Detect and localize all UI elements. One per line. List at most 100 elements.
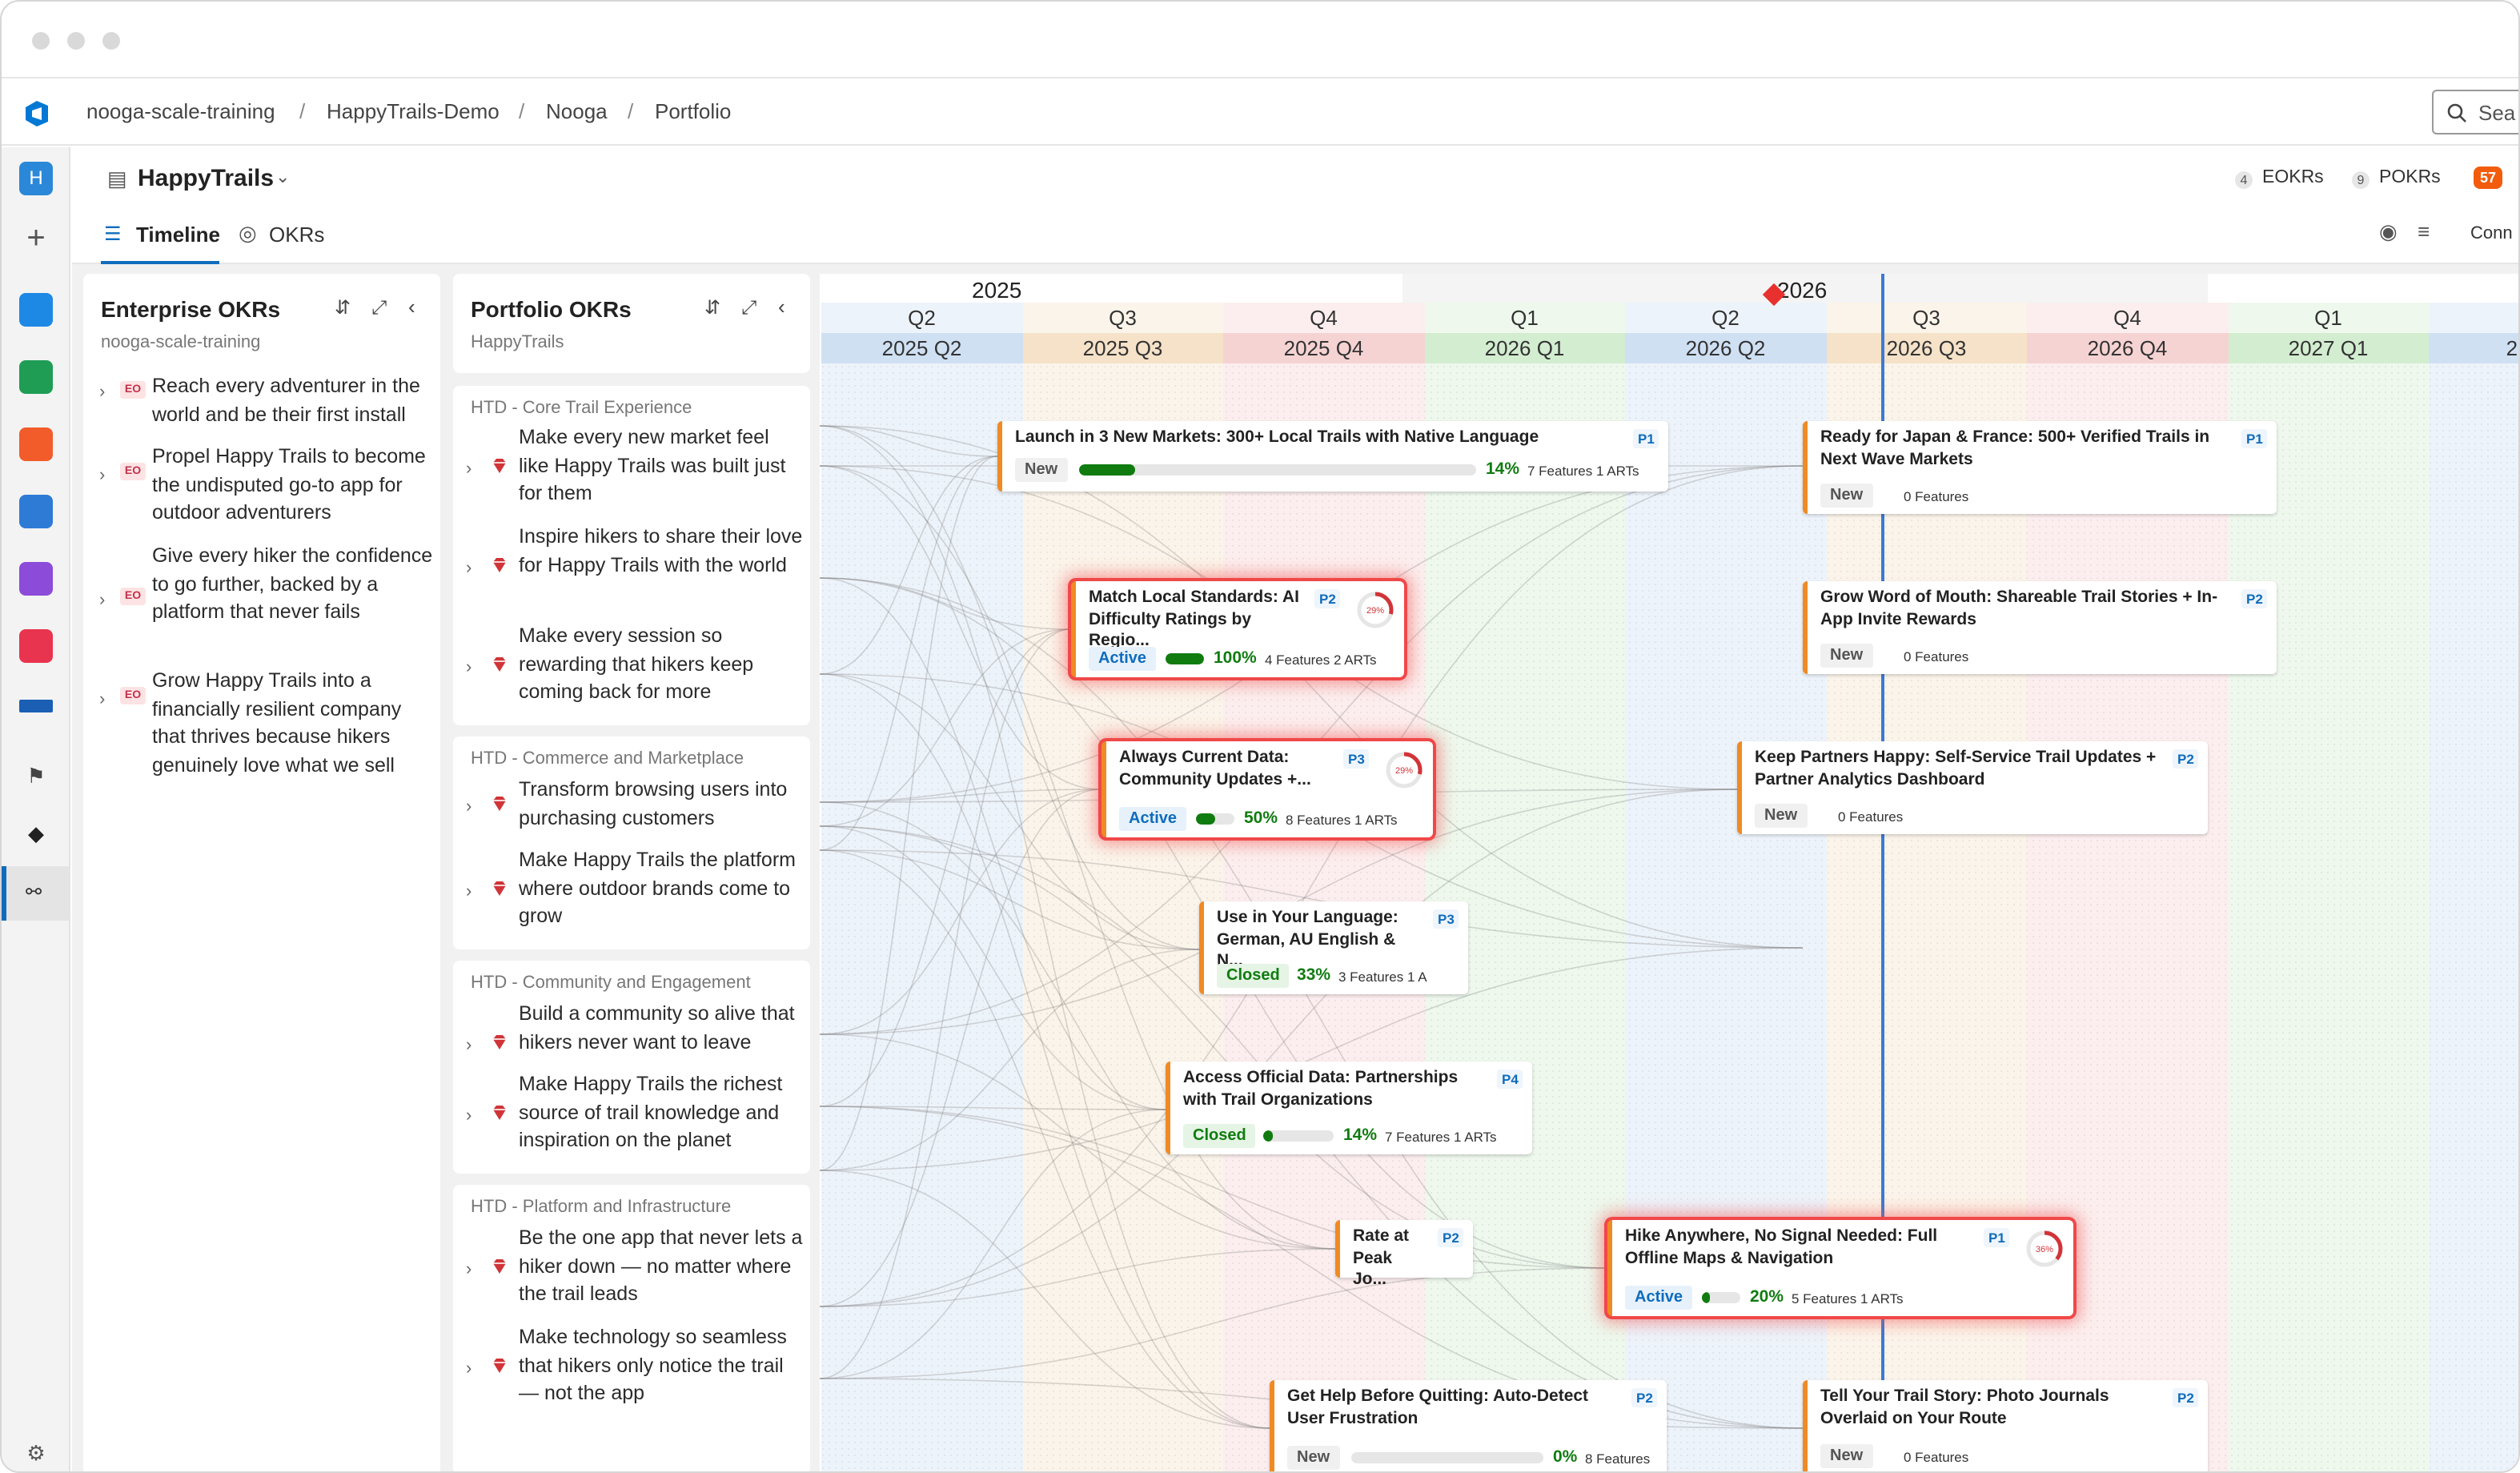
- flag-icon[interactable]: ⚑: [19, 759, 53, 793]
- chevron-right-icon[interactable]: ›: [466, 1033, 471, 1061]
- chevron-right-icon[interactable]: ›: [466, 1257, 471, 1285]
- search-input[interactable]: Sea: [2432, 90, 2518, 134]
- test-plans-icon[interactable]: [19, 562, 53, 596]
- connections-button[interactable]: Conn: [2470, 224, 2513, 243]
- project-avatar[interactable]: H: [19, 162, 53, 195]
- window-minimize-button[interactable]: [67, 32, 85, 50]
- status-badge: New: [1820, 644, 1873, 668]
- chevron-right-icon[interactable]: ›: [466, 556, 471, 584]
- status-badge: New: [1755, 804, 1808, 828]
- sort-icon[interactable]: ⇵: [335, 296, 351, 319]
- chevron-right-icon[interactable]: ›: [466, 1103, 471, 1131]
- dependency-link: [820, 425, 1200, 950]
- progress-fill: [1079, 464, 1135, 476]
- add-icon[interactable]: +: [19, 223, 53, 256]
- search-icon: [2447, 103, 2466, 122]
- portfolio-okrs-header: Portfolio OKRs HappyTrails ⇵ ⤢ ‹: [453, 274, 810, 373]
- feature-card[interactable]: Rate at Peak Jo... P2: [1335, 1220, 1473, 1289]
- artifacts-icon[interactable]: [19, 629, 53, 663]
- dependency-link: [820, 1170, 1270, 1429]
- feature-card[interactable]: Ready for Japan & France: 500+ Verified …: [1803, 421, 2277, 514]
- feature-card[interactable]: Hike Anywhere, No Signal Needed: Full Of…: [1607, 1220, 2073, 1316]
- feature-counts: 8 Features: [1585, 1451, 1651, 1467]
- risk-ring-icon: 29%: [1357, 592, 1394, 628]
- settings-gear-icon[interactable]: ⚙: [19, 1436, 53, 1470]
- sort-icon[interactable]: ⇵: [704, 296, 720, 319]
- collapse-panel-icon[interactable]: ‹: [408, 295, 415, 319]
- tracking-icon[interactable]: ◉: [2379, 219, 2398, 245]
- breadcrumb-page[interactable]: Portfolio: [655, 99, 731, 123]
- tab-timeline[interactable]: ☰ Timeline: [101, 218, 220, 264]
- risk-ring-label: 29%: [1395, 766, 1413, 776]
- quarter-label: Q1: [2314, 306, 2342, 330]
- chevron-right-icon[interactable]: ›: [99, 588, 105, 616]
- progress-percent: 20%: [1750, 1287, 1784, 1306]
- priority-badge: P2: [2241, 589, 2268, 608]
- chevron-right-icon[interactable]: ›: [99, 379, 105, 407]
- filter-icon[interactable]: ≡: [2418, 219, 2430, 243]
- progress-fill: [1702, 1292, 1710, 1303]
- window-zoom-button[interactable]: [102, 32, 120, 50]
- collapse-panel-icon[interactable]: ‹: [778, 295, 785, 319]
- breadcrumb-team[interactable]: Nooga: [546, 99, 608, 123]
- project-name[interactable]: HappyTrails: [138, 165, 274, 192]
- dependency-link: [820, 577, 1072, 630]
- chevron-right-icon[interactable]: ›: [466, 456, 471, 484]
- expand-icon[interactable]: ⤢: [371, 296, 387, 320]
- alert-count-badge[interactable]: 57: [2474, 167, 2502, 189]
- eokrs-link[interactable]: EOKRs: [2262, 168, 2324, 187]
- feature-card[interactable]: Use in Your Language: German, AU English…: [1199, 901, 1468, 994]
- dependency-link: [820, 789, 1738, 1307]
- feature-card[interactable]: Tell Your Trail Story: Photo Journals Ov…: [1803, 1380, 2208, 1471]
- layers-icon[interactable]: ◆: [19, 817, 53, 850]
- chevron-right-icon[interactable]: ›: [99, 687, 105, 715]
- boards-icon[interactable]: [19, 360, 53, 394]
- feature-counts: 0 Features: [1904, 1449, 1969, 1465]
- azure-devops-logo-icon[interactable]: [21, 98, 53, 130]
- chevron-right-icon[interactable]: ›: [99, 463, 105, 491]
- progress-fill: [1166, 653, 1204, 664]
- gem-icon: [493, 1359, 506, 1373]
- progress-fill: [1196, 813, 1215, 825]
- eo-tag: EO: [120, 588, 146, 605]
- feature-counts: 4 Features 2 ARTs: [1265, 652, 1377, 668]
- feature-card[interactable]: Match Local Standards: AI Difficulty Rat…: [1071, 581, 1404, 677]
- priority-badge: P2: [1438, 1228, 1464, 1247]
- window-close-button[interactable]: [32, 32, 50, 50]
- expand-icon[interactable]: ⤢: [741, 296, 756, 320]
- dependency-link: [820, 1267, 1608, 1379]
- feature-title: Grow Word of Mouth: Shareable Trail Stor…: [1820, 588, 2218, 628]
- repos-icon[interactable]: [19, 427, 53, 461]
- gem-icon: [493, 558, 506, 572]
- priority-badge: P3: [1343, 749, 1370, 769]
- tab-okrs[interactable]: ◎ OKRs: [239, 218, 335, 264]
- pokrs-link[interactable]: POKRs: [2379, 168, 2441, 187]
- feature-card[interactable]: Grow Word of Mouth: Shareable Trail Stor…: [1803, 581, 2277, 674]
- risk-ring-label: 36%: [2036, 1245, 2053, 1254]
- target-icon: ◎: [239, 221, 257, 245]
- chevron-right-icon[interactable]: ›: [466, 794, 471, 822]
- chevron-right-icon[interactable]: ›: [466, 1356, 471, 1384]
- breadcrumb-organization[interactable]: nooga-scale-training: [86, 99, 275, 123]
- feature-card[interactable]: Get Help Before Quitting: Auto-Detect Us…: [1270, 1380, 1667, 1471]
- breadcrumb-separator: /: [299, 99, 306, 123]
- feature-card[interactable]: Keep Partners Happy: Self-Service Trail …: [1737, 741, 2208, 834]
- feature-card[interactable]: Launch in 3 New Markets: 300+ Local Trai…: [997, 421, 1668, 492]
- feature-card[interactable]: Access Official Data: Partnerships with …: [1166, 1062, 1532, 1154]
- feature-card[interactable]: Always Current Data: Community Updates +…: [1101, 741, 1433, 837]
- chevron-right-icon[interactable]: ›: [466, 655, 471, 683]
- project-icon: ▤: [107, 167, 127, 191]
- pipelines-icon[interactable]: [19, 495, 53, 528]
- gem-icon: [493, 459, 506, 473]
- overview-icon[interactable]: [19, 293, 53, 327]
- breadcrumb-project[interactable]: HappyTrails-Demo: [327, 99, 500, 123]
- chevron-down-icon[interactable]: ⌄: [275, 167, 290, 187]
- chevron-right-icon[interactable]: ›: [466, 879, 471, 907]
- delivery-plans-icon[interactable]: [19, 700, 53, 712]
- priority-badge: P4: [1497, 1070, 1523, 1089]
- portfolio-nav-item[interactable]: ⚯: [2, 866, 70, 921]
- risk-ring-icon: 29%: [1386, 752, 1423, 789]
- progress-bar: [1351, 1452, 1543, 1463]
- priority-badge: P1: [2241, 429, 2268, 448]
- enterprise-okr-label: Give every hiker the confidence to go fu…: [152, 544, 433, 623]
